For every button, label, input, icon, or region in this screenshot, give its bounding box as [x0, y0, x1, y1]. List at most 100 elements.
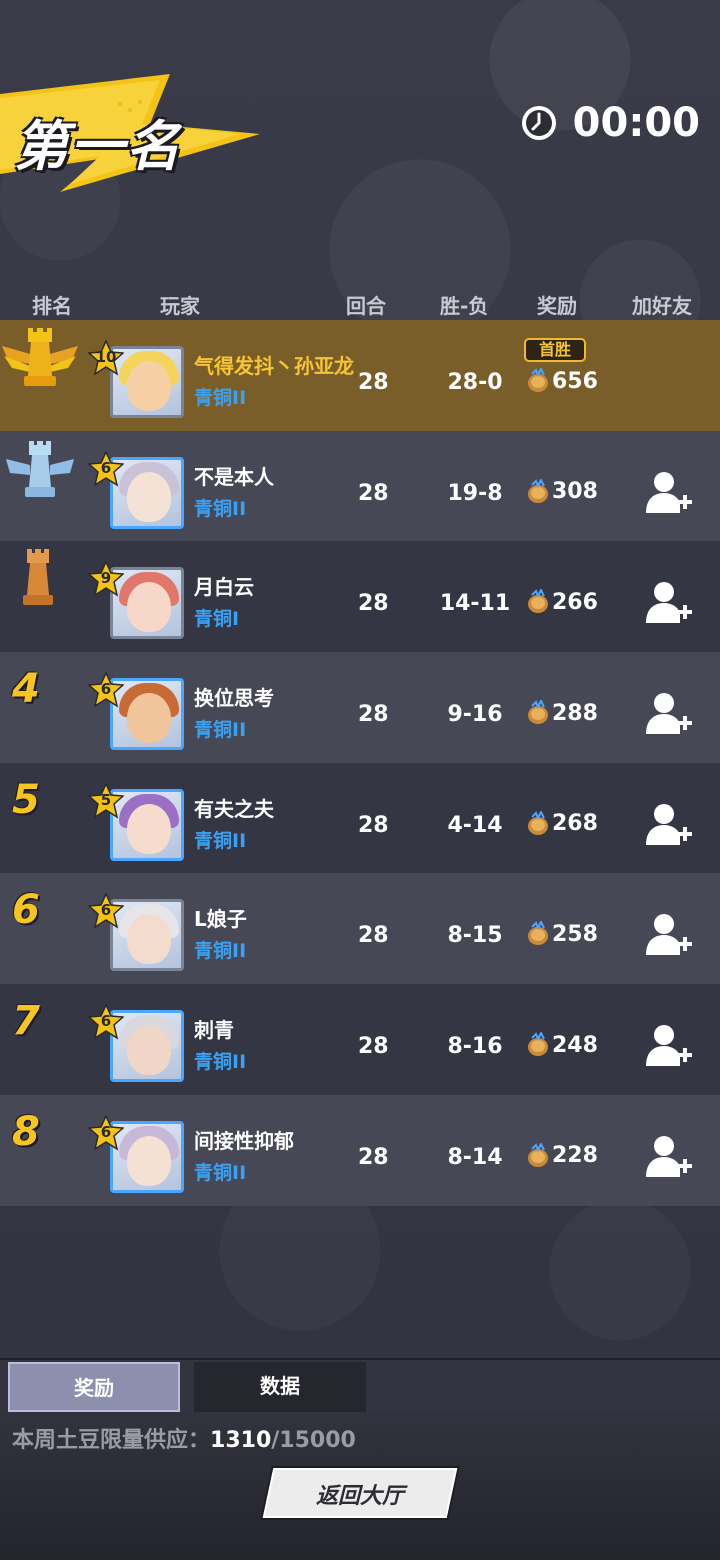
supply-max: /15000	[271, 1428, 356, 1453]
reward-value: 266	[552, 589, 598, 615]
silver-rook-winged-icon	[6, 440, 74, 497]
reward-value: 288	[552, 700, 598, 726]
table-row[interactable]: 6 6 L娘子 青铜II 28 8-15 258	[0, 873, 720, 985]
add-friend-icon[interactable]	[642, 577, 694, 629]
rank-number: 7	[12, 998, 40, 1045]
player-name: 有夫之夫	[194, 796, 274, 821]
reward-value: 308	[552, 479, 598, 505]
avatar-face	[127, 914, 171, 965]
rounds-value: 28	[358, 702, 389, 728]
rounds-value: 28	[358, 812, 389, 838]
reward-value: 258	[552, 921, 598, 947]
level-value: 9	[100, 569, 112, 588]
rank-number: 4	[12, 666, 40, 713]
first-win-badge: 首胜	[524, 338, 586, 362]
rounds-value: 28	[358, 1144, 389, 1170]
level-value: 6	[100, 680, 112, 699]
player-tier: 青铜II	[194, 1161, 247, 1184]
header-add-friend: 加好友	[632, 294, 692, 318]
add-friend-icon[interactable]	[642, 467, 694, 519]
add-friend-icon[interactable]	[642, 799, 694, 851]
rank-cell: 7	[0, 984, 80, 1095]
add-friend-icon[interactable]	[642, 1020, 694, 1072]
return-lobby-label[interactable]: 返回大厅	[268, 1478, 452, 1510]
player-tier: 青铜I	[194, 608, 240, 631]
player-tier: 青铜II	[194, 940, 247, 963]
level-value: 6	[100, 1122, 112, 1141]
player-tier: 青铜II	[194, 497, 247, 520]
rounds-value: 28	[358, 923, 389, 949]
reward: 258	[526, 921, 598, 947]
reward: 308	[526, 478, 598, 505]
win-loss-value: 8-16	[447, 1034, 503, 1060]
reward: 228	[526, 1142, 598, 1169]
potato-icon	[528, 1032, 548, 1057]
potato-icon	[528, 368, 548, 392]
table-row[interactable]: 10 气得发抖丶孙亚龙 青铜II 28 28-0 首胜 656	[0, 320, 720, 431]
tab-data[interactable]: 数据	[194, 1362, 366, 1412]
header-player: 玩家	[160, 294, 200, 318]
player-tier: 青铜II	[194, 387, 247, 409]
supply-label: 本周土豆限量供应：	[12, 1428, 211, 1453]
rounds-value: 28	[358, 1034, 389, 1060]
tab-reward[interactable]: 奖励	[8, 1362, 180, 1412]
win-loss-value: 28-0	[447, 370, 503, 395]
win-loss-value: 8-14	[447, 1144, 503, 1170]
player-name: L娘子	[194, 907, 247, 932]
table-row[interactable]: 4 6 换位思考 青铜II 28 9-16 288	[0, 652, 720, 763]
potato-icon	[528, 478, 548, 503]
tab-bar: 奖励 数据	[0, 1358, 720, 1412]
table-header: 排名 玩家 回合 胜-负 奖励 加好友	[0, 290, 720, 320]
rank-cell	[0, 541, 80, 652]
table-row[interactable]: 6 不是本人 青铜II 28 19-8 308	[0, 430, 720, 542]
header-rounds: 回合	[346, 294, 386, 318]
reward-value: 656	[552, 368, 598, 394]
add-friend-icon[interactable]	[642, 909, 694, 961]
rank-cell: 8	[0, 1095, 80, 1206]
avatar-face	[127, 803, 171, 854]
table-row[interactable]: 7 6 刺青 青铜II 28 8-16 248	[0, 984, 720, 1095]
potato-supply: 本周土豆限量供应：1310/15000	[12, 1422, 356, 1454]
leaderboard: 10 气得发抖丶孙亚龙 青铜II 28 28-0 首胜 656 6 不是本人 青…	[0, 320, 720, 1206]
page-title: 第一名	[14, 115, 182, 178]
potato-icon	[528, 589, 548, 614]
bronze-rook-icon	[23, 549, 53, 606]
player-name: 间接性抑郁	[194, 1128, 294, 1153]
potato-icon	[528, 1142, 548, 1167]
reward: 656	[526, 368, 598, 394]
win-loss-value: 19-8	[447, 480, 503, 506]
timer-text: 00:00	[572, 100, 700, 146]
rounds-value: 28	[358, 370, 389, 395]
header-reward: 奖励	[537, 294, 577, 318]
table-row[interactable]: 5 5 有夫之夫 青铜II 28 4-14 268	[0, 762, 720, 874]
player-name: 不是本人	[194, 464, 274, 489]
potato-icon	[528, 921, 548, 946]
table-row[interactable]: 8 6 间接性抑郁 青铜II 28 8-14 228	[0, 1094, 720, 1206]
level-value: 6	[100, 1012, 112, 1031]
player-name: 刺青	[194, 1018, 234, 1043]
win-loss-value: 4-14	[447, 812, 503, 838]
reward: 266	[526, 589, 598, 615]
rank-cell	[0, 431, 80, 542]
rank-cell: 5	[0, 763, 80, 874]
player-tier: 青铜II	[194, 829, 247, 852]
reward: 268	[526, 810, 598, 837]
level-value: 6	[100, 901, 112, 920]
supply-current: 1310	[210, 1428, 272, 1453]
table-row[interactable]: 9 月白云 青铜I 28 14-11 266	[0, 541, 720, 653]
avatar-face	[127, 693, 171, 744]
header-win-loss: 胜-负	[440, 294, 489, 318]
level-value: 10	[95, 348, 117, 366]
header-rank: 排名	[32, 294, 72, 318]
add-friend-icon[interactable]	[642, 1131, 694, 1183]
reward-value: 268	[552, 811, 598, 837]
player-tier: 青铜II	[194, 1051, 247, 1074]
rank-cell	[0, 320, 80, 431]
add-friend-icon[interactable]	[642, 688, 694, 740]
potato-icon	[528, 810, 548, 835]
player-name: 月白云	[194, 575, 254, 600]
avatar-face	[127, 471, 171, 522]
timer: 00:00	[519, 100, 700, 146]
level-value: 6	[100, 458, 112, 477]
player-name: 换位思考	[194, 686, 274, 711]
